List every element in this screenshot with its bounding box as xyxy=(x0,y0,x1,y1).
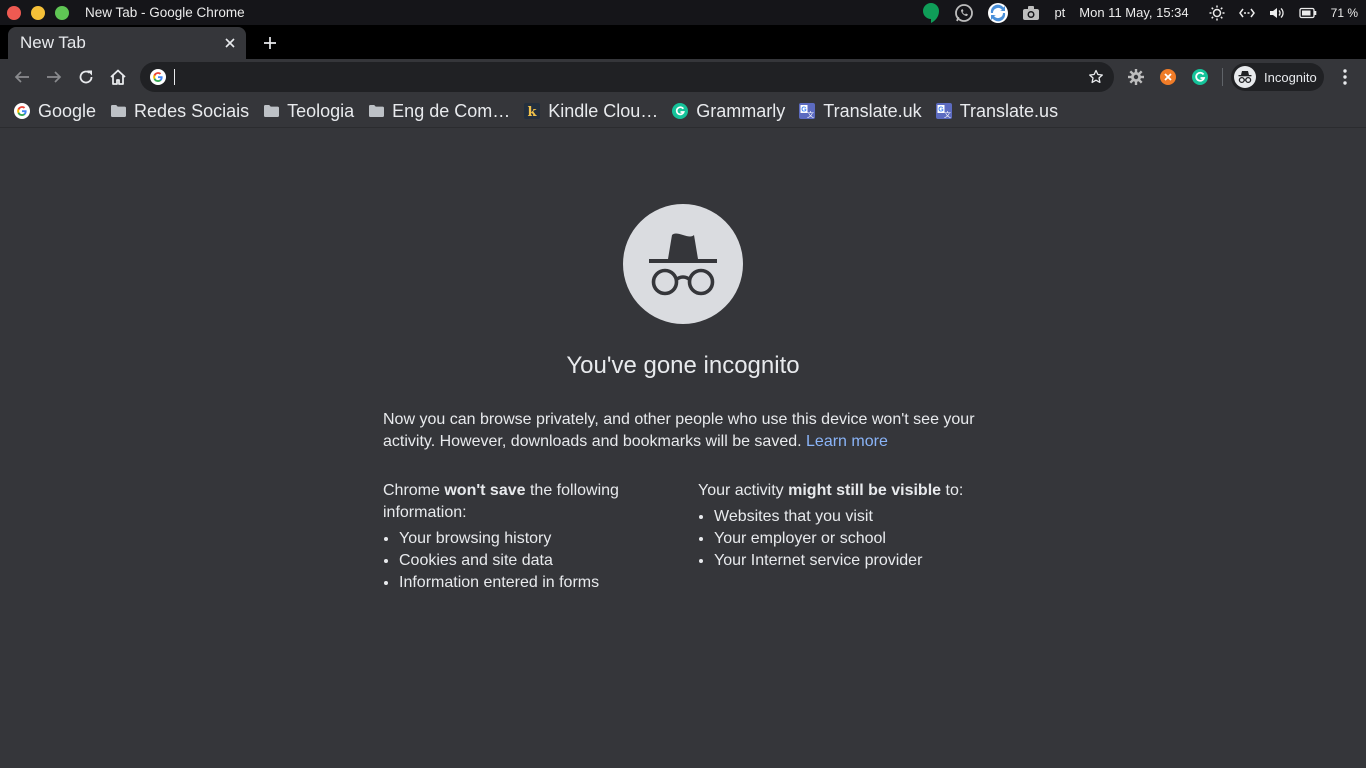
battery-icon[interactable] xyxy=(1298,7,1317,19)
list-item: Your Internet service provider xyxy=(714,550,988,572)
bookmarks-bar: Google Redes Sociais Teologia Eng de Com… xyxy=(0,95,1366,128)
wont-save-lead: Chrome won't save the following informat… xyxy=(383,480,673,524)
tab-title: New Tab xyxy=(20,33,86,52)
bookmark-translate-us[interactable]: G文 Translate.us xyxy=(934,97,1064,125)
arrow-left-icon xyxy=(14,71,29,83)
folder-icon xyxy=(263,103,279,119)
kindle-icon: k xyxy=(524,103,541,119)
incognito-new-tab-page: You've gone incognito Now you can browse… xyxy=(0,128,1366,768)
settings-extension-icon[interactable] xyxy=(1122,63,1150,91)
tab-new-tab[interactable]: New Tab xyxy=(8,27,246,59)
close-window-button[interactable] xyxy=(7,5,21,20)
close-tab-icon[interactable] xyxy=(216,29,244,57)
window-controls xyxy=(7,5,69,20)
window-title: New Tab - Google Chrome xyxy=(85,5,245,20)
incognito-profile-button[interactable]: Incognito xyxy=(1231,63,1324,91)
folder-icon xyxy=(368,103,384,119)
arrow-right-icon xyxy=(47,71,62,83)
translate-icon: G文 xyxy=(799,103,816,119)
bookmark-label: Google xyxy=(38,100,97,121)
tab-strip: New Tab xyxy=(0,25,1366,59)
google-icon xyxy=(149,68,167,86)
still-visible-lead: Your activity might still be visible to: xyxy=(698,480,988,502)
bookmark-translate-uk[interactable]: G文 Translate.uk xyxy=(797,97,927,125)
bookmark-folder-eng-de-com[interactable]: Eng de Com… xyxy=(366,97,516,125)
list-item: Cookies and site data xyxy=(399,550,673,572)
list-item: Websites that you visit xyxy=(714,506,988,528)
wont-save-section: Chrome won't save the following informat… xyxy=(383,480,673,594)
bookmark-grammarly[interactable]: Grammarly xyxy=(670,97,791,125)
hangouts-icon[interactable] xyxy=(922,2,940,24)
reload-button[interactable] xyxy=(70,61,102,93)
bookmark-label: Translate.us xyxy=(959,100,1059,121)
still-visible-list: Websites that you visit Your employer or… xyxy=(698,506,988,572)
grammarly-icon xyxy=(672,103,689,119)
google-icon xyxy=(14,103,30,119)
text-cursor xyxy=(174,69,175,85)
svg-text:文: 文 xyxy=(807,110,814,119)
maximize-window-button[interactable] xyxy=(55,5,69,20)
lead-text: Your activity xyxy=(698,482,789,499)
network-icon[interactable] xyxy=(1238,7,1255,19)
reload-icon xyxy=(79,70,93,84)
bookmark-label: Redes Sociais xyxy=(134,100,250,121)
bookmark-label: Teologia xyxy=(287,100,355,121)
sync-icon[interactable] xyxy=(988,2,1009,23)
address-input[interactable] xyxy=(167,62,1082,92)
back-button[interactable] xyxy=(6,61,38,93)
new-tab-button[interactable] xyxy=(256,29,284,57)
svg-text:文: 文 xyxy=(944,110,951,119)
incognito-icon xyxy=(1234,66,1256,88)
list-item: Your browsing history xyxy=(399,528,673,550)
lead-text: to: xyxy=(941,482,964,499)
incognito-icon xyxy=(623,204,743,324)
lead-bold-text: won't save xyxy=(444,482,526,499)
incognito-intro: Now you can browse privately, and other … xyxy=(383,409,983,453)
grammarly-extension-icon[interactable] xyxy=(1186,63,1214,91)
home-button[interactable] xyxy=(102,61,134,93)
bookmark-star-icon[interactable] xyxy=(1082,63,1110,91)
bookmark-label: Eng de Com… xyxy=(392,100,511,121)
bookmark-label: Kindle Clou… xyxy=(548,100,659,121)
home-icon xyxy=(110,69,126,85)
bookmark-kindle-cloud[interactable]: k Kindle Clou… xyxy=(522,97,664,125)
plus-icon xyxy=(264,37,276,49)
camera-icon[interactable] xyxy=(1022,5,1040,21)
still-visible-section: Your activity might still be visible to:… xyxy=(698,480,988,572)
address-bar[interactable] xyxy=(140,62,1114,92)
toolbar-divider xyxy=(1222,68,1223,86)
system-top-bar: New Tab - Google Chrome pt Mon 11 May, 1… xyxy=(0,0,1366,25)
folder-icon xyxy=(110,103,126,119)
clock[interactable]: Mon 11 May, 15:34 xyxy=(1079,5,1188,20)
bookmark-label: Translate.uk xyxy=(823,100,922,121)
whatsapp-icon[interactable] xyxy=(954,3,974,23)
list-item: Information entered in forms xyxy=(399,572,673,594)
bookmark-folder-redes-sociais[interactable]: Redes Sociais xyxy=(108,97,255,125)
system-tray: pt Mon 11 May, 15:34 71 % xyxy=(922,0,1366,25)
wont-save-list: Your browsing history Cookies and site d… xyxy=(383,528,673,594)
profile-label: Incognito xyxy=(1264,69,1317,85)
brightness-icon[interactable] xyxy=(1209,5,1225,21)
bookmark-google[interactable]: Google xyxy=(12,97,102,125)
lead-text: Chrome xyxy=(383,482,445,499)
minimize-window-button[interactable] xyxy=(31,5,45,20)
page-title: You've gone incognito xyxy=(566,352,800,379)
browser-toolbar: Incognito xyxy=(0,59,1366,95)
translate-icon: G文 xyxy=(935,103,952,119)
svg-text:k: k xyxy=(528,105,538,119)
list-item: Your employer or school xyxy=(714,528,988,550)
lead-bold-text: might still be visible xyxy=(788,482,942,499)
learn-more-link[interactable]: Learn more xyxy=(806,433,888,450)
battery-percentage: 71 % xyxy=(1330,5,1358,20)
bookmark-label: Grammarly xyxy=(696,100,786,121)
bookmark-folder-teologia[interactable]: Teologia xyxy=(261,97,360,125)
more-vert-icon xyxy=(1343,69,1347,85)
chrome-menu-button[interactable] xyxy=(1331,63,1359,91)
language-indicator[interactable]: pt xyxy=(1054,5,1065,20)
forward-button[interactable] xyxy=(38,61,70,93)
orange-extension-icon[interactable] xyxy=(1154,63,1182,91)
volume-icon[interactable] xyxy=(1269,6,1285,20)
